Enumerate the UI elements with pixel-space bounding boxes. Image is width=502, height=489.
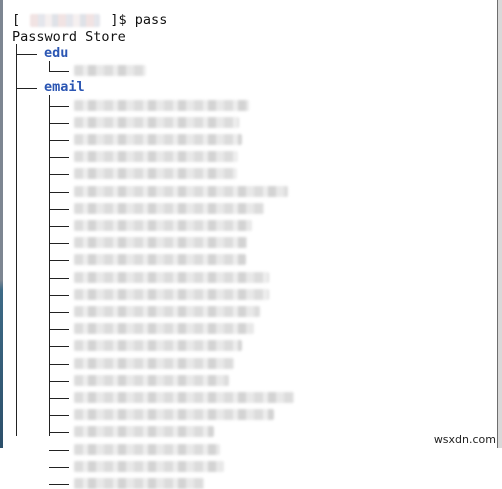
tree-entry-connector: [49, 363, 69, 365]
redacted-password-entry: [74, 426, 214, 438]
tree-entry-connector: [49, 243, 69, 245]
redacted-password-entry: [74, 99, 249, 111]
redacted-password-entry: [74, 443, 220, 455]
tree-entry-connector: [49, 71, 69, 73]
redacted-password-entry: [74, 392, 294, 403]
tree-branch-connector: [16, 54, 37, 55]
redacted-password-entry: [74, 237, 247, 249]
redacted-password-entry: [74, 65, 146, 77]
redacted-password-entry: [74, 151, 238, 163]
terminal-window[interactable]: [ ]$ pass Password Store edu email: [3, 0, 498, 489]
redacted-password-entry: [74, 340, 242, 352]
redacted-password-entry: [74, 116, 239, 128]
shell-prompt: [ ]$ pass: [12, 12, 167, 29]
tree-entry-connector: [49, 346, 69, 348]
tree-entry-connector: [49, 260, 69, 262]
tree-entry-connector: [49, 312, 69, 313]
tree-trunk: [16, 44, 17, 436]
redacted-password-entry: [74, 134, 242, 145]
tree-entry-connector: [49, 140, 69, 141]
watermark-text: wsxdn.com: [433, 433, 496, 446]
redacted-password-entry: [74, 460, 224, 472]
redacted-password-entry: [74, 254, 246, 266]
tree-entry-connector: [49, 329, 69, 331]
tree-entry-connector: [49, 449, 69, 451]
tree-entry-connector: [49, 174, 69, 176]
redacted-password-entry: [74, 374, 229, 386]
redacted-password-entry: [74, 409, 274, 421]
redacted-password-entry: [74, 323, 254, 335]
tree-entry-connector: [49, 105, 69, 107]
window-right-edge: [498, 0, 502, 448]
tree-entry-connector: [49, 157, 69, 159]
tree-entry-connector: [49, 415, 69, 417]
tree-subtrunk: [49, 61, 50, 72]
redacted-password-entry: [74, 202, 264, 214]
redacted-password-entry: [74, 357, 234, 369]
prompt-open-bracket: [: [12, 12, 21, 28]
tree-entry-connector: [49, 432, 69, 434]
tree-entry-connector: [49, 294, 69, 296]
tree-entry-connector: [49, 484, 69, 485]
redacted-password-entry: [74, 288, 269, 300]
tree-entry-connector: [49, 208, 69, 210]
tree-subtrunk: [49, 95, 50, 436]
tree-entry-connector: [49, 466, 69, 468]
folder-edu[interactable]: edu: [44, 45, 68, 62]
tree-entry-connector: [49, 191, 69, 193]
tree-entry-connector: [49, 277, 69, 279]
prompt-command: ]$ pass: [110, 12, 168, 28]
redacted-password-entry: [74, 478, 204, 489]
password-store-title: Password Store: [12, 29, 126, 45]
redacted-password-entry: [74, 185, 288, 197]
redacted-password-entry: [74, 271, 269, 283]
tree-entry-connector: [49, 398, 69, 399]
redacted-user-host: [30, 13, 101, 27]
tree-entry-connector: [49, 226, 69, 227]
tree-entry-connector: [49, 122, 69, 124]
redacted-password-entry: [74, 220, 252, 231]
tree-entry-connector: [49, 380, 69, 382]
redacted-password-entry: [74, 168, 237, 180]
tree-branch-connector: [16, 88, 37, 90]
folder-email[interactable]: email: [44, 79, 85, 96]
redacted-password-entry: [74, 306, 260, 317]
